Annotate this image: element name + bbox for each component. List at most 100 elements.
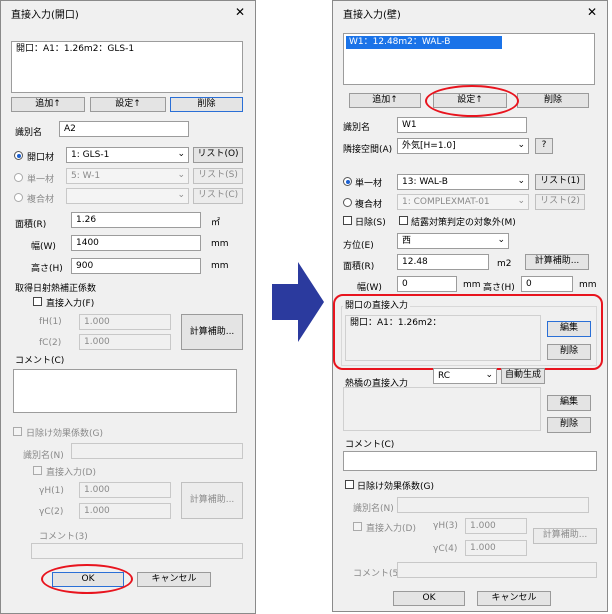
shade-id-label: 識別名(N) bbox=[23, 451, 64, 461]
close-icon[interactable]: ✕ bbox=[587, 5, 597, 19]
width-label: 幅(W) bbox=[357, 283, 382, 293]
calc-assist-button[interactable]: 計算補助... bbox=[525, 254, 589, 270]
height-label: 高さ(H) bbox=[31, 264, 63, 274]
edit-thermal-button[interactable]: 編集 bbox=[547, 395, 591, 411]
composite-material-radio[interactable] bbox=[14, 193, 23, 202]
fh-input[interactable]: 1.000 bbox=[79, 314, 171, 330]
opening-material-label: 開口材 bbox=[27, 153, 55, 163]
solar-gain-label: 取得日射熱補正係数 bbox=[15, 284, 97, 294]
opening-list[interactable]: 開口：A1：1.26m2：GLS-1 bbox=[11, 41, 243, 93]
list-2-button[interactable]: リスト(2) bbox=[535, 194, 585, 210]
area-input[interactable]: 12.48 bbox=[397, 254, 489, 270]
id-input[interactable]: W1 bbox=[397, 117, 527, 133]
width-unit: mm bbox=[463, 280, 481, 290]
height-input[interactable]: 900 bbox=[71, 258, 201, 274]
calc-assist-button-2[interactable]: 計算補助... bbox=[181, 482, 243, 519]
comment-input[interactable] bbox=[13, 369, 237, 413]
chevron-down-icon: ⌄ bbox=[497, 235, 505, 245]
id-label: 識別名 bbox=[15, 128, 43, 138]
delete-thermal-button[interactable]: 削除 bbox=[547, 417, 591, 433]
composite-material-radio[interactable] bbox=[343, 198, 352, 207]
condensation-checkbox[interactable] bbox=[399, 216, 408, 225]
ok-button[interactable]: OK bbox=[393, 591, 465, 606]
single-material-select[interactable]: 13: WAL-B ⌄ bbox=[397, 174, 529, 190]
ok-highlight-ellipse bbox=[41, 564, 133, 594]
shade-direct-checkbox[interactable] bbox=[353, 522, 362, 531]
calc-assist-button-2[interactable]: 計算補助... bbox=[533, 528, 597, 544]
gh-input[interactable]: 1.000 bbox=[465, 518, 527, 534]
fh-label: fH(1) bbox=[39, 317, 62, 327]
set-highlight-ellipse bbox=[425, 85, 519, 117]
list-1-button[interactable]: リスト(1) bbox=[535, 174, 585, 190]
shade-direct-label: 直接入力(D) bbox=[366, 524, 416, 534]
list-s-button[interactable]: リスト(S) bbox=[193, 168, 243, 184]
gc-input[interactable]: 1.000 bbox=[79, 503, 171, 519]
chevron-down-icon: ⌄ bbox=[485, 370, 493, 380]
opening-material-radio[interactable] bbox=[14, 151, 23, 160]
gh-label: γH(1) bbox=[39, 486, 64, 496]
id-label: 識別名 bbox=[343, 123, 371, 133]
chevron-down-icon: ⌄ bbox=[517, 176, 525, 186]
shade-coef-checkbox[interactable] bbox=[13, 427, 22, 436]
opening-material-select[interactable]: 1: GLS-1 ⌄ bbox=[66, 147, 189, 163]
shade-coef-label: 日除け効果係数(G) bbox=[357, 482, 434, 492]
calc-assist-button[interactable]: 計算補助... bbox=[181, 314, 243, 350]
comment5-input[interactable] bbox=[397, 562, 597, 578]
comment-label: コメント(C) bbox=[345, 440, 395, 450]
list-o-button[interactable]: リスト(O) bbox=[193, 147, 243, 163]
cancel-button[interactable]: キャンセル bbox=[137, 572, 211, 587]
chevron-down-icon: ⌄ bbox=[517, 196, 525, 206]
id-input[interactable]: A2 bbox=[59, 121, 189, 137]
arrow-right-icon bbox=[272, 262, 324, 342]
gc-input[interactable]: 1.000 bbox=[465, 540, 527, 556]
chevron-down-icon: ⌄ bbox=[517, 140, 525, 150]
adjacent-space-label: 隣接空間(A) bbox=[343, 145, 393, 155]
list-item[interactable]: W1：12.48m2：WAL-B bbox=[346, 36, 502, 49]
thermal-bridge-list[interactable] bbox=[343, 387, 541, 431]
condensation-label: 結露対策判定の対象外(M) bbox=[411, 218, 516, 228]
shade-id-label: 識別名(N) bbox=[353, 504, 394, 514]
comment3-input[interactable] bbox=[31, 543, 243, 559]
area-input[interactable]: 1.26 bbox=[71, 212, 201, 228]
delete-button[interactable]: 削除 bbox=[517, 93, 589, 108]
shade-id-input[interactable] bbox=[71, 443, 243, 459]
set-button[interactable]: 設定↑ bbox=[90, 97, 166, 112]
comment-input[interactable] bbox=[343, 451, 597, 471]
composite-material-label: 複合材 bbox=[27, 195, 55, 205]
opening-highlight-box bbox=[333, 294, 603, 370]
close-icon[interactable]: ✕ bbox=[235, 5, 245, 19]
single-material-radio[interactable] bbox=[14, 173, 23, 182]
dialog-title: 直接入力(壁) bbox=[343, 10, 401, 21]
help-button[interactable]: ? bbox=[535, 138, 553, 154]
height-unit: mm bbox=[579, 280, 597, 290]
single-material-radio[interactable] bbox=[343, 177, 352, 186]
gh-input[interactable]: 1.000 bbox=[79, 482, 171, 498]
auto-generate-button[interactable]: 自動生成 bbox=[501, 368, 545, 384]
cancel-button[interactable]: キャンセル bbox=[477, 591, 551, 606]
shade-coef-checkbox[interactable] bbox=[345, 480, 354, 489]
add-button[interactable]: 追加↑ bbox=[11, 97, 85, 112]
direction-select[interactable]: 西 ⌄ bbox=[397, 233, 509, 249]
single-material-select[interactable]: 5: W-1 ⌄ bbox=[66, 168, 189, 184]
adjacent-space-select[interactable]: 外気[H=1.0] ⌄ bbox=[397, 138, 529, 154]
list-c-button[interactable]: リスト(C) bbox=[193, 188, 243, 204]
direct-input-checkbox[interactable] bbox=[33, 297, 42, 306]
area-unit: ㎡ bbox=[211, 218, 221, 228]
fc-label: fC(2) bbox=[39, 338, 62, 348]
gh-label: γH(3) bbox=[433, 521, 458, 531]
add-button[interactable]: 追加↑ bbox=[349, 93, 421, 108]
shade-id-input[interactable] bbox=[397, 497, 589, 513]
composite-material-select[interactable]: 1: COMPLEXMAT-01 ⌄ bbox=[397, 194, 529, 210]
thermal-bridge-select[interactable]: RC ⌄ bbox=[433, 368, 497, 384]
delete-button[interactable]: 削除 bbox=[170, 97, 243, 112]
width-input[interactable]: 1400 bbox=[71, 235, 201, 251]
composite-material-select[interactable]: ⌄ bbox=[66, 188, 189, 204]
shade-checkbox[interactable] bbox=[343, 216, 352, 225]
width-label: 幅(W) bbox=[31, 242, 56, 252]
width-input[interactable]: 0 bbox=[397, 276, 457, 292]
wall-list[interactable]: W1：12.48m2：WAL-B bbox=[343, 33, 595, 85]
list-item[interactable]: 開口：A1：1.26m2：GLS-1 bbox=[16, 44, 134, 54]
height-input[interactable]: 0 bbox=[521, 276, 573, 292]
fc-input[interactable]: 1.000 bbox=[79, 334, 171, 350]
shade-direct-checkbox[interactable] bbox=[33, 466, 42, 475]
